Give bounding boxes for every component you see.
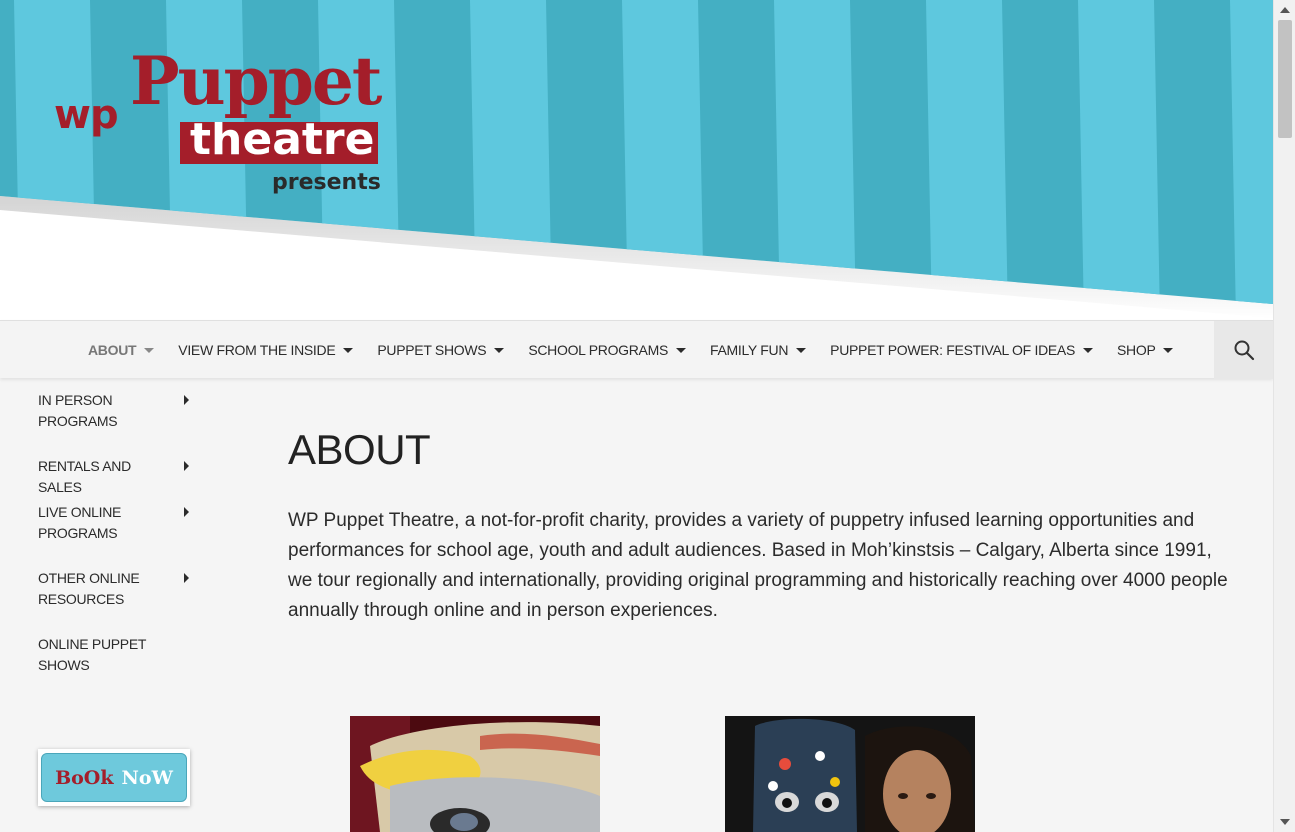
nav-item-family-fun[interactable]: FAMILY FUN: [710, 342, 830, 358]
sidebar-item-live-online-programs[interactable]: LIVE ONLINE PROGRAMS: [38, 502, 198, 544]
nav-item-puppet-shows[interactable]: PUPPET SHOWS: [377, 342, 528, 358]
caret-down-icon: [1083, 347, 1093, 353]
puppet-fish-photo: [350, 716, 600, 832]
caret-right-icon[interactable]: [184, 573, 189, 583]
scroll-up-arrow-icon[interactable]: [1280, 7, 1290, 13]
nav-item-label: SHOP: [1117, 342, 1156, 358]
nav-item-label: VIEW FROM THE INSIDE: [178, 342, 336, 358]
nav-item-label: PUPPET POWER: FESTIVAL OF IDEAS: [830, 342, 1075, 358]
caret-right-icon[interactable]: [184, 395, 189, 405]
logo-puppet-text: Puppet: [130, 42, 382, 120]
header-banner: wp Puppet theatre presents: [0, 0, 1273, 320]
caret-down-icon: [144, 347, 155, 353]
sidebar-item-label: IN PERSON PROGRAMS: [38, 392, 118, 429]
curtain-stripe: [926, 0, 1008, 304]
sidebar-item-label: LIVE ONLINE PROGRAMS: [38, 504, 122, 541]
search-icon: [1234, 340, 1254, 361]
caret-right-icon[interactable]: [184, 461, 189, 471]
sidebar-item-label: ONLINE PUPPET SHOWS: [38, 636, 146, 673]
nav-item-school-programs[interactable]: SCHOOL PROGRAMS: [528, 342, 710, 358]
caret-right-icon[interactable]: [184, 507, 189, 517]
sidebar-item-rentals-and-sales[interactable]: RENTALS AND SALES: [38, 456, 198, 498]
curtain-stripe: [1230, 0, 1273, 304]
caret-down-icon: [1163, 347, 1174, 353]
main-navigation: ABOUT VIEW FROM THE INSIDE PUPPET SHOWS SCH…: [0, 320, 1273, 379]
caret-down-icon: [676, 347, 686, 353]
logo-wp-text: wp: [54, 92, 119, 138]
page-title: ABOUT: [288, 426, 431, 473]
caret-down-icon: [796, 347, 807, 353]
site-logo[interactable]: wp Puppet theatre presents: [52, 48, 382, 202]
curtain-stripe: [1078, 0, 1160, 304]
sidebar-item-label: RENTALS AND SALES: [38, 458, 131, 495]
book-now-widget[interactable]: BoOk NoW: [38, 749, 190, 806]
nav-item-shop[interactable]: SHOP: [1117, 342, 1197, 358]
scrollbar-thumb[interactable]: [1278, 20, 1292, 138]
sidebar-item-online-puppet-shows[interactable]: ONLINE PUPPET SHOWS: [38, 634, 198, 676]
intro-paragraph: WP Puppet Theatre, a not-for-profit char…: [288, 510, 1228, 621]
nav-item-view-from-the-inside[interactable]: VIEW FROM THE INSIDE: [178, 342, 377, 358]
scroll-down-arrow-icon[interactable]: [1280, 819, 1290, 825]
search-button[interactable]: [1214, 321, 1273, 379]
nav-item-label: FAMILY FUN: [710, 342, 789, 358]
sidebar-item-in-person-programs[interactable]: IN PERSON PROGRAMS: [38, 390, 198, 432]
nav-item-label: PUPPET SHOWS: [377, 342, 487, 358]
logo-presents-text: presents: [272, 170, 381, 195]
nav-item-about[interactable]: ABOUT: [88, 342, 178, 358]
book-now-button[interactable]: BoOk NoW: [41, 753, 187, 802]
logo-theatre-text: theatre: [190, 122, 375, 164]
masked-performer-photo: [725, 716, 975, 832]
nav-menu: ABOUT VIEW FROM THE INSIDE PUPPET SHOWS SCH…: [88, 321, 1197, 379]
book-now-word-2: NoW: [121, 766, 173, 789]
page-scrollbar[interactable]: [1273, 0, 1295, 832]
sidebar-item-other-online-resources[interactable]: OTHER ONLINE RESOURCES: [38, 568, 198, 610]
nav-item-label: ABOUT: [88, 342, 137, 358]
caret-down-icon: [343, 347, 354, 353]
sidebar-item-label: OTHER ONLINE RESOURCES: [38, 570, 140, 607]
nav-item-puppet-power-festival-of-ideas[interactable]: PUPPET POWER: FESTIVAL OF IDEAS: [830, 342, 1117, 358]
nav-item-label: SCHOOL PROGRAMS: [528, 342, 668, 358]
logo-theatre-box: theatre: [180, 122, 378, 164]
book-now-word-1: BoOk: [55, 766, 114, 789]
caret-down-icon: [494, 347, 505, 353]
